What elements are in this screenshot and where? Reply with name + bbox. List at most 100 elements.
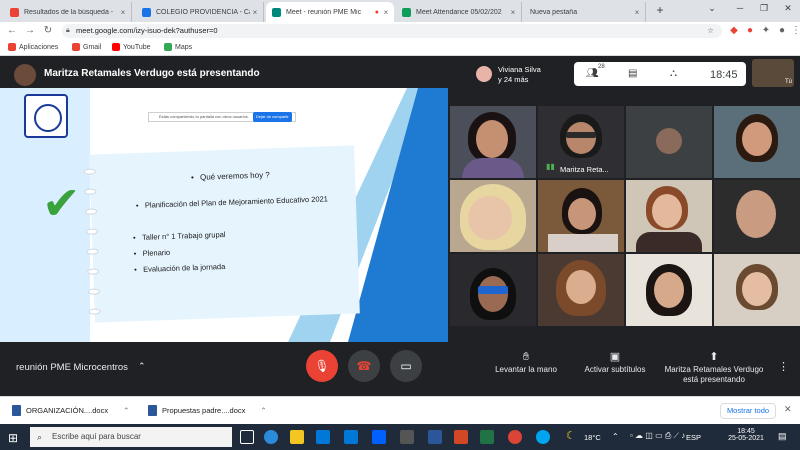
tab-attendance[interactable]: Meet Attendance 05/02/202 × [396,2,522,22]
windows-taskbar: ⊞ ⌕ Escribe aquí para buscar ☾ 18°C ⌃ ▫ … [0,424,800,450]
share-notice-text: Estás compartiendo tu pantalla con otros… [159,114,249,119]
tab-search-icon[interactable]: ⌄ [704,3,720,14]
download-item[interactable]: Propuestas padre....docx ⌃ [148,405,267,416]
participant-tile[interactable] [450,254,536,326]
participant-tile[interactable] [538,180,624,252]
tab-search-results[interactable]: Resultados de la búsqueda - × [4,2,132,22]
powerpoint-icon[interactable] [454,430,468,444]
close-icon[interactable]: × [118,8,128,17]
chevron-up-icon[interactable]: ⌃ [260,406,266,415]
participant-tile[interactable] [714,180,800,252]
profile-icon[interactable]: ● [776,25,788,36]
word-icon[interactable] [428,430,442,444]
app-icon[interactable] [400,430,414,444]
lock-icon: 🔒︎ [66,27,70,34]
excel-icon[interactable] [480,430,494,444]
close-icon[interactable]: × [632,8,642,17]
close-icon[interactable]: ✕ [784,404,792,415]
minimize-icon[interactable]: ─ [732,3,748,13]
edge-icon[interactable] [264,430,278,444]
presenting-button[interactable]: ⬆︎ Maritza Retamales Verdugo está presen… [662,352,766,385]
mic-off-icon: 🎙︎ [314,359,330,373]
host-avatar [476,66,492,82]
chrome-icon[interactable] [508,430,522,444]
reload-icon[interactable]: ↻ [42,25,54,36]
school-logo [24,94,68,138]
mail-icon[interactable] [344,430,358,444]
bookmark-apps[interactable]: Aplicaciones [8,43,58,51]
leave-call-button[interactable]: ☎︎ [348,350,380,382]
camera-button[interactable]: ▭ [390,350,422,382]
extension-icon[interactable]: ◆ [728,25,740,36]
menu-icon[interactable]: ⋮ [790,25,800,36]
presenter-avatar [14,64,36,86]
slide-title: Qué veremos hoy ? [200,170,270,182]
tab-label: Meet - reunión PME Mic [286,8,362,16]
chevron-up-icon[interactable]: ⌃ [123,406,129,415]
tab-new[interactable]: Nueva pestaña × [524,2,646,22]
download-filename: Propuestas padre....docx [162,406,246,415]
apps-icon [8,43,16,51]
puzzle-icon[interactable]: ✦ [760,25,772,36]
tab-meet[interactable]: Meet - reunión PME Mic ● × [266,2,394,22]
file-explorer-icon[interactable] [290,430,304,444]
close-icon[interactable]: × [508,8,518,17]
url-bar[interactable]: 🔒︎ meet.google.com/izy-isuo-dek?authuser… [62,24,722,38]
people-icon[interactable]: 👥︎ [586,68,599,79]
new-tab-button[interactable]: + [652,3,668,17]
bookmark-youtube[interactable]: YouTube [112,43,151,51]
chevron-up-icon[interactable]: ⌃ [138,361,146,372]
app-icon[interactable] [536,430,550,444]
tab-label: Nueva pestaña [530,8,578,16]
slide-item: Taller n° 1 Trabajo grupal [142,226,342,243]
participant-tile[interactable] [626,180,712,252]
windows-start-icon[interactable]: ⊞ [8,431,18,445]
chat-icon[interactable]: ▤ [628,68,637,79]
bookmark-gmail[interactable]: Gmail [72,43,101,51]
tray-icons[interactable]: ▫ ☁ ◫ ▭ ⎙ ⟋ ♪ [630,431,685,441]
participant-tile[interactable] [714,106,800,178]
extension-icon[interactable]: ● [744,25,756,36]
maps-icon [164,43,172,51]
more-options-icon[interactable]: ⋮ [778,360,789,373]
bookmarks-bar: Aplicaciones Gmail YouTube Maps [0,40,800,56]
stop-sharing-button[interactable]: Dejar de compartir [252,112,292,122]
star-icon[interactable]: ☆ [707,24,714,38]
participant-tile[interactable] [626,254,712,326]
raise-hand-button[interactable]: ✋︎ Levantar la mano [490,352,562,375]
tab-colegio[interactable]: COLEGIO PROVIDENCIA - Cal × [136,2,264,22]
back-icon[interactable]: ← [6,25,18,36]
maximize-icon[interactable]: ❐ [756,3,772,14]
participant-name: Maritza Reta... [560,165,609,174]
input-language[interactable]: ESP [686,433,701,442]
weather-temp[interactable]: 18°C [584,433,601,442]
participant-tile[interactable] [538,254,624,326]
store-icon[interactable] [316,430,330,444]
tab-label: Meet Attendance 05/02/202 [416,8,502,16]
download-item[interactable]: ORGANIZACIÓN....docx ⌃ [12,405,129,416]
close-icon[interactable]: × [381,8,391,17]
participant-tile[interactable] [450,106,536,178]
meet-control-bar: reunión PME Microcentros ⌃ 🎙︎ ☎︎ ▭ ✋︎ Le… [0,342,800,396]
slide-item: Evaluación de la jornada [143,258,343,275]
tray-chevron-icon[interactable]: ⌃ [612,432,619,441]
task-view-icon[interactable] [240,430,254,444]
participant-tile[interactable] [714,254,800,326]
bookmark-maps[interactable]: Maps [164,43,192,51]
participant-tile-presenter[interactable]: ▮▮ Maritza Reta... [538,106,624,178]
self-label: Tú [784,79,792,85]
forward-icon[interactable]: → [24,25,36,36]
close-window-icon[interactable]: ✕ [780,3,796,14]
dropbox-icon[interactable] [372,430,386,444]
participant-tile[interactable] [626,106,712,178]
taskbar-clock[interactable]: 18:45 25-05-2021 [722,428,770,442]
captions-button[interactable]: ▣ Activar subtítulos [578,352,652,375]
show-all-button[interactable]: Mostrar todo [720,403,776,419]
participant-tile[interactable] [450,180,536,252]
close-icon[interactable]: × [250,8,260,17]
meeting-name[interactable]: reunión PME Microcentros [16,362,128,373]
notifications-icon[interactable]: ▤ [778,431,787,442]
mic-off-button[interactable]: 🎙︎ [306,350,338,382]
activities-icon[interactable]: ⛬ [670,68,677,79]
taskbar-search[interactable]: ⌕ Escribe aquí para buscar [30,427,232,447]
